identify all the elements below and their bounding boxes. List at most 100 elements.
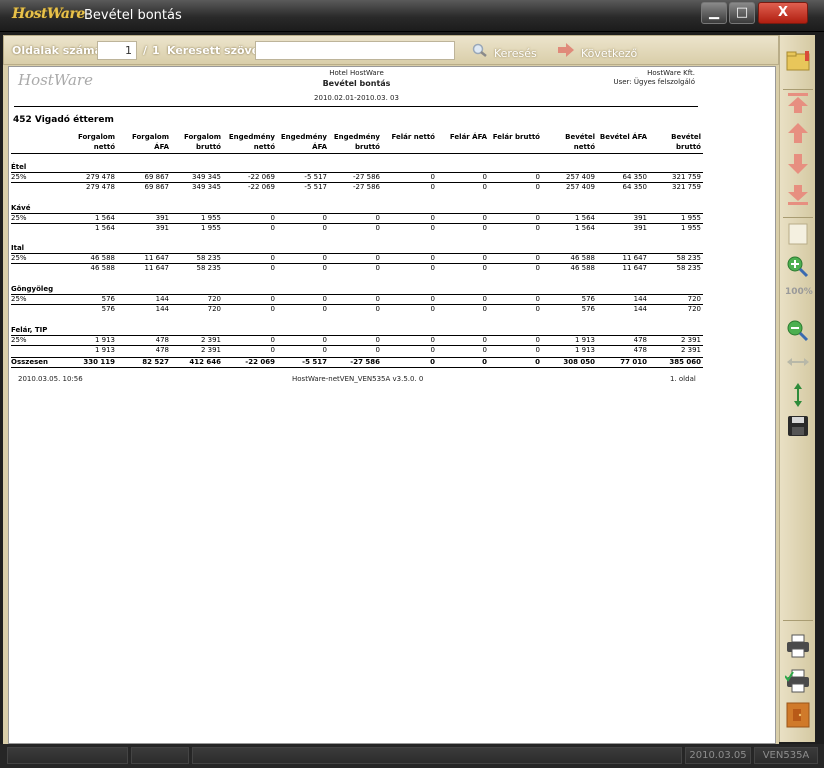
table-cell: 1 955 — [200, 224, 221, 232]
column-header-line2: nettó — [253, 143, 275, 151]
table-cell: 0 — [270, 214, 275, 222]
table-cell: 0 — [322, 346, 327, 354]
row-label: Összesen — [11, 358, 49, 366]
report-toolbar: Oldalak száma: / 1 Keresett szöveg: Kere… — [3, 35, 779, 65]
footer-page: 1. oldal — [670, 375, 696, 383]
print-icon[interactable] — [785, 633, 811, 659]
previous-page-icon[interactable] — [785, 121, 811, 147]
title-bar: HostWare Bevétel bontás ▁ □ X — [0, 0, 824, 32]
column-header: Felár nettó — [375, 132, 436, 142]
table-cell: 11 647 — [144, 264, 170, 272]
column-header-line1: Engedmény — [228, 133, 275, 141]
status-cell-2 — [131, 747, 189, 764]
current-page-input[interactable] — [97, 41, 137, 60]
table-cell: 82 527 — [142, 358, 169, 366]
table-cell: 0 — [535, 336, 540, 344]
print-setup-icon[interactable] — [784, 668, 811, 694]
last-page-icon[interactable] — [785, 183, 811, 209]
column-header-line1: Bevétel — [671, 133, 701, 141]
report-viewport[interactable]: HostWare Hotel HostWare Bevétel bontás H… — [3, 65, 779, 744]
zoom-out-icon[interactable] — [785, 318, 811, 344]
folder-icon[interactable] — [785, 49, 811, 75]
table-cell: 0 — [270, 264, 275, 272]
table-cell: 64 350 — [622, 173, 648, 181]
maximize-button[interactable]: □ — [729, 2, 755, 24]
table-cell: 0 — [482, 346, 487, 354]
table-cell: 0 — [430, 305, 435, 313]
table-cell: 0 — [375, 254, 380, 262]
search-input[interactable] — [255, 41, 455, 60]
save-icon[interactable] — [785, 414, 811, 440]
exit-icon[interactable] — [785, 702, 811, 728]
fit-width-icon[interactable] — [785, 350, 811, 376]
subtotal-row: 1 913 478 2 391 0 0 0 0 0 0 1 913 478 2 391 — [11, 346, 703, 356]
maximize-icon: □ — [735, 5, 749, 20]
column-header-line2: ÁFA — [154, 143, 169, 151]
column-header-line2: ÁFA — [312, 143, 327, 151]
column-header-line1: Bevétel — [565, 133, 595, 141]
table-cell: 1 564 — [94, 224, 115, 232]
column-header-line2: bruttó — [355, 143, 380, 151]
app-logo: HostWare — [12, 6, 85, 22]
table-cell: 391 — [155, 214, 169, 222]
table-cell: 720 — [687, 295, 701, 303]
first-page-icon[interactable] — [785, 91, 811, 117]
minimize-button[interactable]: ▁ — [701, 2, 727, 24]
table-cell: 0 — [430, 214, 435, 222]
column-header: Forgalom bruttó — [161, 132, 221, 152]
table-cell: 385 060 — [669, 358, 701, 366]
table-cell: 0 — [270, 336, 275, 344]
next-page-icon[interactable] — [785, 152, 811, 178]
sidebar-divider — [783, 89, 813, 90]
table-cell: -5 517 — [302, 358, 327, 366]
table-cell: 0 — [270, 224, 275, 232]
table-cell: 0 — [430, 358, 435, 366]
table-cell: 478 — [633, 346, 647, 354]
table-cell: 0 — [375, 224, 380, 232]
table-cell: 1 955 — [680, 224, 701, 232]
table-cell: 58 235 — [196, 264, 222, 272]
search-button[interactable]: Keresés — [472, 43, 537, 60]
table-cell: 0 — [270, 254, 275, 262]
table-cell: 0 — [535, 346, 540, 354]
table-cell: 0 — [535, 224, 540, 232]
next-button[interactable]: Következő — [557, 43, 637, 60]
table-cell: 257 409 — [566, 183, 595, 191]
table-cell: 576 — [101, 295, 115, 303]
table-cell: 144 — [155, 295, 169, 303]
search-icon — [472, 43, 488, 60]
table-cell: 0 — [375, 264, 380, 272]
group-title: Felár, TIP — [11, 326, 48, 334]
footer-version: HostWare-netVEN_VEN535A v3.5.0. 0 — [292, 375, 424, 383]
fit-height-icon[interactable] — [785, 382, 811, 408]
column-header-line2: nettó — [573, 143, 595, 151]
table-cell: -27 586 — [350, 358, 380, 366]
report-period: 2010.02.01-2010.03. 03 — [314, 94, 399, 102]
table-cell: 321 759 — [672, 183, 701, 191]
column-header: Felár ÁFA — [427, 132, 487, 142]
table-cell: 0 — [535, 214, 540, 222]
zoom-100-icon[interactable]: 100% — [785, 287, 813, 313]
table-cell: 0 — [535, 183, 540, 191]
table-cell: 46 588 — [90, 254, 116, 262]
page-view-icon[interactable] — [785, 222, 811, 248]
table-cell: 0 — [375, 305, 380, 313]
close-button[interactable]: X — [758, 2, 808, 24]
table-cell: 576 — [581, 295, 595, 303]
column-header: Forgalom nettó — [55, 132, 115, 152]
column-header: Engedmény nettó — [215, 132, 275, 152]
window-title: Bevétel bontás — [84, 8, 182, 23]
table-cell: 478 — [155, 346, 169, 354]
table-cell: 720 — [207, 295, 221, 303]
column-header-line1: Forgalom — [132, 133, 169, 141]
column-header-divider — [11, 153, 703, 154]
table-cell: 720 — [687, 305, 701, 313]
search-button-label: Keresés — [494, 47, 537, 60]
column-header-line1: Engedmény — [333, 133, 380, 141]
table-cell: 2 391 — [680, 346, 701, 354]
table-cell: 349 345 — [192, 183, 221, 191]
zoom-in-icon[interactable] — [785, 254, 811, 280]
table-cell: -22 069 — [247, 183, 275, 191]
table-cell: 11 647 — [144, 254, 170, 262]
column-header-line1: Felár nettó — [391, 133, 436, 141]
